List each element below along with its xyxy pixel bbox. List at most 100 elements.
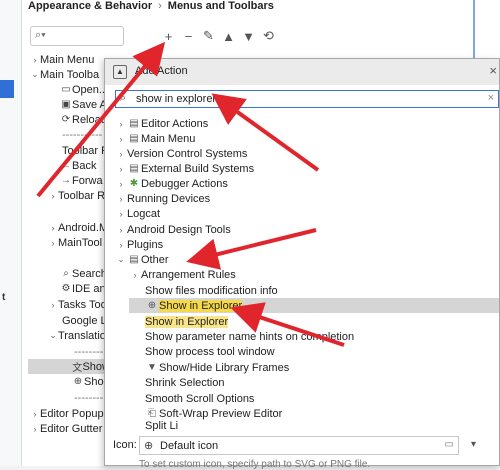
chevron-right-icon: › <box>119 148 123 159</box>
tree-item-label: Show/Hide Library Frames <box>159 361 290 374</box>
tree-item-label: Main Menu <box>141 132 196 145</box>
settings-search-input[interactable]: ⌕▾ <box>30 26 124 46</box>
tree-item[interactable]: ⟳ Reload <box>60 112 107 127</box>
dialog-title-bar[interactable]: ▲ Add Action × <box>105 59 499 85</box>
folder-icon: ▤ <box>129 133 139 144</box>
tree-item-label: ----------- <box>62 128 103 141</box>
tree-item[interactable]: ⊕ Sho <box>72 374 104 389</box>
tree-item[interactable]: ▣ Save A <box>60 97 107 112</box>
tree-item-label: Toolbar F <box>62 144 108 157</box>
add-action-dialog: ▲ Add Action × ⌕ × ›▤Editor Actions ›▤Ma… <box>104 58 500 470</box>
tree-action[interactable]: Show files modification info <box>145 283 499 298</box>
tree-group-vcs[interactable]: › Version Control Systems <box>115 146 495 161</box>
tree-item-label: Show in Explorer <box>145 315 229 328</box>
tree-item-label: Main Menu <box>40 53 95 66</box>
chevron-right-icon: › <box>51 190 55 201</box>
action-tree: › ▤ Editor Actions › ▤ Main Menu › Version Co… <box>105 114 499 432</box>
tree-action[interactable]: Split Li <box>145 421 499 431</box>
chevron-right-icon: › <box>119 208 123 219</box>
tree-item-label: Toolbar R <box>58 189 106 202</box>
move-up-button[interactable]: ▲ <box>222 29 235 44</box>
folder-icon[interactable]: ▭ <box>445 439 454 450</box>
chevron-down-icon[interactable]: ▾ <box>471 439 476 450</box>
background-window-edge: t <box>0 0 22 466</box>
chevron-right-icon: › <box>133 269 137 280</box>
tree-item[interactable]: ⚙ IDE an <box>60 281 106 296</box>
tree-action[interactable]: Smooth Scroll Options <box>145 391 499 406</box>
icon-combo[interactable]: ⊕ Default icon ▭ <box>139 436 459 455</box>
close-icon[interactable]: × <box>489 63 497 78</box>
add-button[interactable]: + <box>162 29 175 44</box>
save-icon: ▣ <box>61 99 71 110</box>
action-search-field[interactable]: ⌕ × <box>115 90 499 108</box>
tree-item[interactable]: → Forwa <box>60 173 103 188</box>
edit-button[interactable]: ✎ <box>202 28 215 44</box>
tree-item[interactable]: › Android.M <box>48 220 109 235</box>
tree-item[interactable]: ▭ Open... <box>60 82 108 97</box>
tree-item-label: Sho <box>84 375 104 388</box>
tree-item[interactable]: ⌕ Search <box>60 266 107 281</box>
tree-group-external-build[interactable]: › ▤ External Build Systems <box>115 161 495 176</box>
tree-item[interactable]: › Main Menu <box>30 52 95 67</box>
tree-item-label: Forwa <box>72 174 103 187</box>
tree-group-logcat[interactable]: › Logcat <box>115 206 495 221</box>
tree-item-label: External Build Systems <box>141 162 255 175</box>
globe-icon: ⊕ <box>147 300 157 311</box>
tree-group-debugger[interactable]: › ✱ Debugger Actions <box>115 176 495 191</box>
tree-item-label: Show process tool window <box>145 345 275 358</box>
tree-item-label: Show files modification info <box>145 284 278 297</box>
chevron-right-icon: › <box>119 118 123 129</box>
tree-action[interactable]: Show process tool window <box>145 344 499 359</box>
tree-item[interactable]: ⌄ Translatio <box>48 328 106 343</box>
tree-group-other[interactable]: ⌄ ▤ Other <box>115 252 495 267</box>
tree-item-label: Plugins <box>127 238 164 251</box>
remove-button[interactable]: − <box>182 29 195 44</box>
tree-action[interactable]: Show in Explorer <box>145 314 499 329</box>
forward-arrow-icon: → <box>61 175 71 186</box>
dialog-title: Add Action <box>135 65 188 77</box>
chevron-right-icon: › <box>119 163 123 174</box>
tree-separator[interactable]: -------- <box>74 344 103 359</box>
tree-action[interactable]: Shrink Selection <box>145 375 499 390</box>
soft-wrap-icon: ⎗ <box>148 408 156 419</box>
move-down-button[interactable]: ▼ <box>242 29 255 44</box>
background-letter: t <box>2 292 6 303</box>
clear-icon[interactable]: × <box>488 92 494 104</box>
tree-item[interactable]: Toolbar F <box>62 143 108 158</box>
chevron-right-icon: › <box>51 237 55 248</box>
tree-separator[interactable]: -------- <box>74 390 103 405</box>
breadcrumb-parent[interactable]: Appearance & Behavior <box>28 0 152 12</box>
breadcrumb: Appearance & Behavior › Menus and Toolbars <box>28 0 274 14</box>
restore-button[interactable]: ⟲ <box>262 28 275 44</box>
tree-action-selected[interactable]: ⊕ Show in Explorer <box>129 298 499 313</box>
tree-group-running-devices[interactable]: › Running Devices <box>115 191 495 206</box>
tree-item-label: MainTool <box>58 236 103 249</box>
tree-item-label: Tasks Too <box>58 298 107 311</box>
tree-item[interactable]: › MainTool <box>48 235 103 250</box>
tree-group-plugins[interactable]: › Plugins <box>115 237 495 252</box>
tree-item[interactable]: ← Back <box>60 158 96 173</box>
tree-group-android-design[interactable]: › Android Design Tools <box>115 222 495 237</box>
tree-item[interactable]: › Tasks Too <box>48 297 107 312</box>
tree-group-editor-actions[interactable]: › ▤ Editor Actions <box>115 116 495 131</box>
tree-item-selected[interactable]: 文 Show <box>28 359 110 374</box>
tree-action[interactable]: ▼ Show/Hide Library Frames <box>145 360 499 375</box>
action-search-input[interactable] <box>136 92 466 106</box>
tree-group-arrangement-rules[interactable]: › Arrangement Rules <box>129 267 499 282</box>
tree-item[interactable]: › Toolbar R <box>48 188 106 203</box>
menus-tree: › Main Menu ⌄ Main Toolba ▭ Open... ▣ Save A… <box>22 50 113 466</box>
tree-action[interactable]: Show parameter name hints on completion <box>145 329 499 344</box>
tree-separator[interactable]: ----------- <box>62 127 102 142</box>
tree-item-label: -------- <box>74 391 104 404</box>
translate-icon: 文 <box>72 363 83 374</box>
tree-item[interactable]: › Editor Popup <box>30 406 104 421</box>
search-icon: ⌕ <box>63 268 69 279</box>
globe-icon: ⊕ <box>73 376 83 387</box>
tree-group-main-menu[interactable]: › ▤ Main Menu <box>115 131 495 146</box>
tree-item[interactable]: › Editor Gutter <box>30 421 103 436</box>
tree-item-label: IDE an <box>72 282 106 295</box>
tree-item[interactable]: ⌄ Main Toolba <box>30 67 99 82</box>
tree-action[interactable]: ⎗ Soft-Wrap Preview Editor <box>145 406 499 421</box>
tree-item-label: Android Design Tools <box>127 223 231 236</box>
tree-item-label: Back <box>72 159 97 172</box>
